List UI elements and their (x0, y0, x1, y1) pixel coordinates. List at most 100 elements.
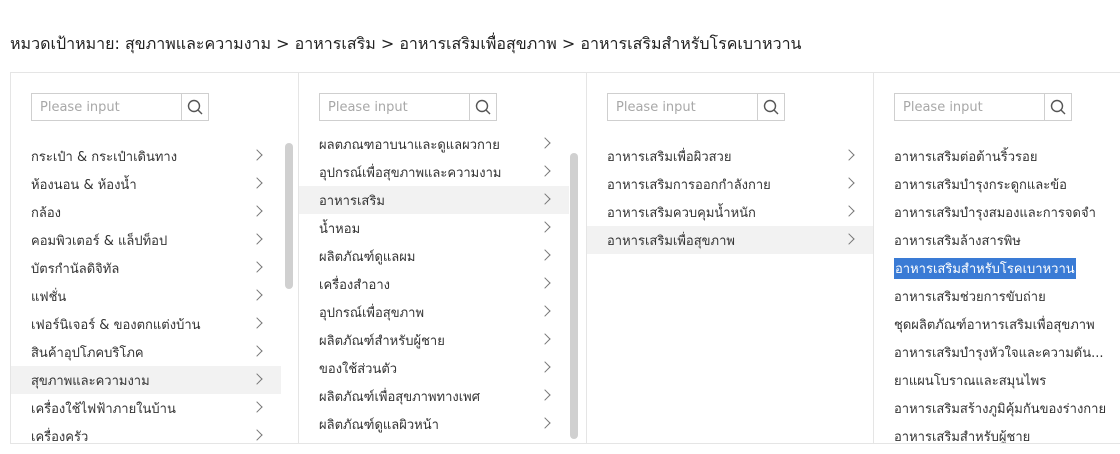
category-item[interactable]: อาหารเสริมล้างสารพิษ (874, 226, 1120, 254)
chevron-right-icon (539, 165, 551, 177)
category-item[interactable]: อาหารเสริมเพื่อสุขภาพ (587, 226, 873, 254)
search-icon (1050, 99, 1066, 115)
chevron-right-icon (539, 389, 551, 401)
search-icon (475, 99, 491, 115)
chevron-right-icon (251, 345, 263, 357)
chevron-right-icon (539, 137, 551, 149)
category-item[interactable]: ผลิตภัณฑ์ดูแลผิวหน้า (299, 410, 569, 438)
category-item[interactable]: ชุดผลิตภัณฑ์อาหารเสริมเพื่อสุขภาพ (874, 310, 1120, 338)
category-item-label: ผลิตภัณฑ์เพื่อสุขภาพทางเพศ (319, 389, 481, 405)
category-item[interactable]: ห้องนอน & ห้องน้ำ (11, 170, 281, 198)
category-item-label: อาหารเสริมช่วยการขับถ่าย (894, 289, 1046, 305)
chevron-right-icon (251, 205, 263, 217)
category-item[interactable]: อาหารเสริมต่อต้านริ้วรอย (874, 142, 1120, 170)
chevron-right-icon (539, 305, 551, 317)
category-item[interactable]: อาหารเสริมควบคุมน้ำหนัก (587, 198, 873, 226)
category-item[interactable]: ยาแผนโบราณและสมุนไพร (874, 366, 1120, 394)
category-column-3: อาหารเสริมเพื่อผิวสวยอาหารเสริมการออกกำล… (587, 73, 874, 443)
category-item-label: เครื่องสำอาง (319, 277, 390, 293)
category-item-label: สินค้าอุปโภคบริโภค (31, 345, 144, 361)
category-item-label: อาหารเสริมบำรุงสมองและการจดจำ (894, 205, 1096, 221)
category-item[interactable]: ผลตภณฑอาบนาและดูแลผวกาย (299, 130, 569, 158)
category-item-label: ของใช้ส่วนตัว (319, 361, 398, 377)
category-item-label: อุปกรณ์เพื่อสุขภาพ (319, 305, 425, 321)
category-item[interactable]: อาหารเสริมบำรุงกระดูกและข้อ (874, 170, 1120, 198)
column-1-search-input[interactable] (32, 94, 181, 120)
category-item[interactable]: อาหารเสริมการออกกำลังกาย (587, 170, 873, 198)
chevron-right-icon (251, 401, 263, 413)
column-1-list: กระเป๋า & กระเป๋าเดินทางห้องนอน & ห้องน้… (11, 142, 298, 443)
column-1-search-button[interactable] (181, 94, 208, 120)
chevron-right-icon (251, 429, 263, 441)
chevron-right-icon (539, 361, 551, 373)
column-2-scrollbar[interactable] (570, 153, 578, 439)
category-item[interactable]: กล้อง (11, 198, 281, 226)
column-1-scrollbar[interactable] (285, 143, 293, 289)
category-item[interactable]: ผลิตภัณฑ์ดูแลผม (299, 242, 569, 270)
chevron-right-icon (843, 233, 855, 245)
category-item-label: ผลตภณฑอาบนาและดูแลผวกาย (319, 137, 500, 153)
category-item-label: อาหารเสริม (319, 193, 385, 209)
category-item-label: บัตรกำนัลดิจิทัล (31, 261, 120, 277)
category-item[interactable]: ผลิตภัณฑ์สำหรับผู้ชาย (299, 326, 569, 354)
category-item[interactable]: ผลิตภัณฑ์เพื่อสุขภาพทางเพศ (299, 382, 569, 410)
column-3-search-button[interactable] (757, 94, 784, 120)
category-item[interactable]: อาหารเสริมสำหรับผู้ชาย (874, 422, 1120, 444)
category-item-label: ชุดผลิตภัณฑ์อาหารเสริมเพื่อสุขภาพ (894, 317, 1095, 333)
category-item[interactable]: น้ำหอม (299, 214, 569, 242)
search-icon (187, 99, 203, 115)
category-item[interactable]: เครื่องสำอาง (299, 270, 569, 298)
chevron-right-icon (251, 261, 263, 273)
category-item[interactable]: กระเป๋า & กระเป๋าเดินทาง (11, 142, 281, 170)
chevron-right-icon (251, 289, 263, 301)
category-item[interactable]: บัตรกำนัลดิจิทัล (11, 254, 281, 282)
category-item[interactable]: เครื่องใช้ไฟฟ้าภายในบ้าน (11, 394, 281, 422)
category-column-2: ผลตภณฑอาบนาและดูแลผวกายอุปกรณ์เพื่อสุขภา… (299, 73, 587, 443)
column-1-search (31, 93, 209, 121)
category-item-label: อาหารเสริมควบคุมน้ำหนัก (607, 205, 756, 221)
category-item-label: เฟอร์นิเจอร์ & ของตกแต่งบ้าน (31, 317, 201, 333)
category-item[interactable]: แฟชั่น (11, 282, 281, 310)
category-breadcrumb: หมวดเป้าหมาย: สุขภาพและความงาม > อาหารเส… (10, 34, 802, 53)
column-2-search-input[interactable] (320, 94, 469, 120)
category-item-label: อาหารเสริมบำรุงหัวใจและความดัน... (894, 345, 1104, 361)
column-2-search (319, 93, 497, 121)
category-item[interactable]: เฟอร์นิเจอร์ & ของตกแต่งบ้าน (11, 310, 281, 338)
chevron-right-icon (251, 149, 263, 161)
category-item-label: อาหารเสริมสำหรับโรคเบาหวาน (894, 257, 1076, 279)
category-item[interactable]: อาหารเสริม (299, 186, 569, 214)
chevron-right-icon (843, 149, 855, 161)
category-item[interactable]: อาหารเสริมสำหรับโรคเบาหวาน (874, 254, 1120, 282)
category-item[interactable]: เครื่องครัว (11, 422, 281, 443)
category-item[interactable]: อุปกรณ์เพื่อสุขภาพ (299, 298, 569, 326)
category-item[interactable]: อาหารเสริมเพื่อผิวสวย (587, 142, 873, 170)
category-item[interactable]: อุปกรณ์เพื่อสุขภาพและความงาม (299, 158, 569, 186)
chevron-right-icon (251, 233, 263, 245)
column-3-list: อาหารเสริมเพื่อผิวสวยอาหารเสริมการออกกำล… (587, 142, 873, 254)
column-4-search-input[interactable] (895, 94, 1044, 120)
chevron-right-icon (251, 317, 263, 329)
chevron-right-icon (539, 221, 551, 233)
category-item-label: ผลิตภัณฑ์สำหรับผู้ชาย (319, 333, 445, 349)
column-4-search (894, 93, 1072, 121)
category-item-label: ยาแผนโบราณและสมุนไพร (894, 373, 1047, 389)
category-item-label: อาหารเสริมสร้างภูมิคุ้มกันของร่างกาย (894, 401, 1107, 417)
category-item[interactable]: อาหารเสริมสร้างภูมิคุ้มกันของร่างกาย (874, 394, 1120, 422)
category-item-label: อาหารเสริมบำรุงกระดูกและข้อ (894, 177, 1067, 193)
column-2-search-button[interactable] (469, 94, 496, 120)
column-3-search (607, 93, 785, 121)
column-3-search-input[interactable] (608, 94, 757, 120)
column-4-search-button[interactable] (1044, 94, 1071, 120)
category-item[interactable]: ของใช้ส่วนตัว (299, 354, 569, 382)
category-item-label: อาหารเสริมการออกกำลังกาย (607, 177, 771, 193)
category-item[interactable]: คอมพิวเตอร์ & แล็ปท็อป (11, 226, 281, 254)
category-item[interactable]: สินค้าอุปโภคบริโภค (11, 338, 281, 366)
category-item-label: คอมพิวเตอร์ & แล็ปท็อป (31, 233, 168, 249)
category-item[interactable]: อาหารเสริมช่วยการขับถ่าย (874, 282, 1120, 310)
chevron-right-icon (251, 373, 263, 385)
category-item-label: ห้องนอน & ห้องน้ำ (31, 177, 137, 193)
category-item[interactable]: อาหารเสริมบำรุงสมองและการจดจำ (874, 198, 1120, 226)
category-item[interactable]: สุขภาพและความงาม (11, 366, 281, 394)
category-item[interactable]: อาหารเสริมบำรุงหัวใจและความดัน... (874, 338, 1120, 366)
category-item-label: เครื่องครัว (31, 429, 89, 444)
